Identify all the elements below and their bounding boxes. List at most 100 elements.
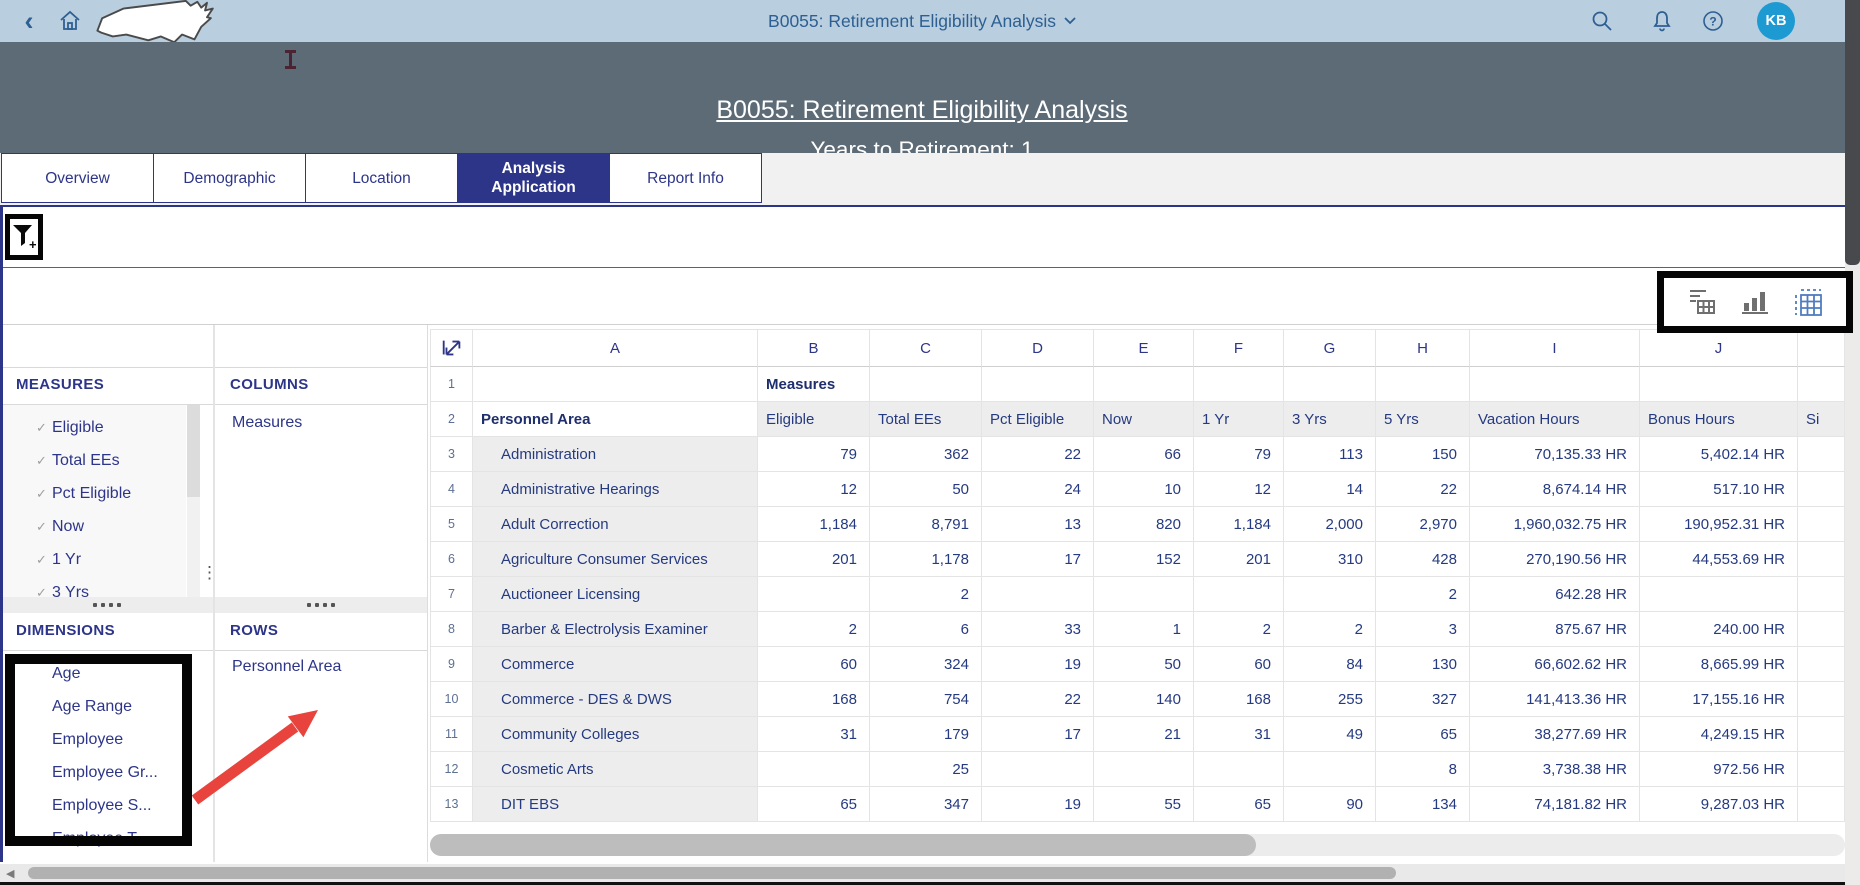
scrollbar-thumb[interactable] xyxy=(430,834,1256,856)
table-cell[interactable]: 79 xyxy=(1194,437,1284,472)
table-row-label[interactable]: Barber & Electrolysis Examiner xyxy=(473,612,758,647)
table-cell[interactable]: 150 xyxy=(1376,437,1470,472)
table-cell[interactable]: 79 xyxy=(758,437,870,472)
column-letter[interactable]: G xyxy=(1284,329,1376,367)
table-cell[interactable]: 31 xyxy=(1194,717,1284,752)
table-cell[interactable]: 22 xyxy=(1376,472,1470,507)
row-number[interactable]: 10 xyxy=(430,682,473,717)
search-icon[interactable] xyxy=(1586,0,1618,42)
table-cell[interactable] xyxy=(1798,682,1845,717)
tab-overview[interactable]: Overview xyxy=(1,153,154,203)
table-cell[interactable] xyxy=(1094,752,1194,787)
dimension-item[interactable]: Employee Gr... xyxy=(3,756,203,789)
table-cell[interactable]: 2 xyxy=(758,612,870,647)
table-cell[interactable]: 141,413.36 HR xyxy=(1470,682,1640,717)
table-cell[interactable] xyxy=(1798,542,1845,577)
table-cell[interactable] xyxy=(1798,647,1845,682)
table-cell[interactable]: 17 xyxy=(982,542,1094,577)
measure-column-header[interactable]: Si xyxy=(1798,402,1845,437)
table-row-label[interactable]: Commerce - DES & DWS xyxy=(473,682,758,717)
table-cell[interactable]: 754 xyxy=(870,682,982,717)
table-cell[interactable]: 44,553.69 HR xyxy=(1640,542,1798,577)
table-cell[interactable]: 25 xyxy=(870,752,982,787)
table-row-label[interactable]: Cosmetic Arts xyxy=(473,752,758,787)
table-cell[interactable]: 17 xyxy=(982,717,1094,752)
column-letter[interactable] xyxy=(1798,329,1845,367)
window-title-dropdown[interactable]: B0055: Retirement Eligibility Analysis xyxy=(768,0,1076,42)
table-cell[interactable] xyxy=(1798,752,1845,787)
column-letter[interactable]: H xyxy=(1376,329,1470,367)
measure-item[interactable]: ✓Eligible xyxy=(3,411,186,444)
row-number[interactable]: 4 xyxy=(430,472,473,507)
table-cell[interactable]: 22 xyxy=(982,682,1094,717)
table-cell[interactable]: 2,970 xyxy=(1376,507,1470,542)
column-letter[interactable]: F xyxy=(1194,329,1284,367)
table-cell[interactable]: 4,249.15 HR xyxy=(1640,717,1798,752)
table-cell[interactable] xyxy=(982,752,1094,787)
measure-item[interactable]: ✓Total EEs xyxy=(3,444,186,477)
table-cell[interactable]: 152 xyxy=(1094,542,1194,577)
table-row-label[interactable]: Auctioneer Licensing xyxy=(473,577,758,612)
table-cell[interactable]: 65 xyxy=(1194,787,1284,822)
table-cell[interactable]: 1,184 xyxy=(758,507,870,542)
panel-resize-handle[interactable] xyxy=(0,597,213,613)
table-cell[interactable]: 1,960,032.75 HR xyxy=(1470,507,1640,542)
column-letter[interactable]: D xyxy=(982,329,1094,367)
table-cell[interactable] xyxy=(1798,367,1845,402)
table-cell[interactable]: 2 xyxy=(1284,612,1376,647)
table-cell[interactable]: 2 xyxy=(870,577,982,612)
table-row-label[interactable]: Agriculture Consumer Services xyxy=(473,542,758,577)
table-cell[interactable]: 17,155.16 HR xyxy=(1640,682,1798,717)
table-cell[interactable]: 324 xyxy=(870,647,982,682)
chart-view-icon[interactable] xyxy=(1740,287,1770,317)
table-cell[interactable]: 1,178 xyxy=(870,542,982,577)
table-cell[interactable]: 327 xyxy=(1376,682,1470,717)
table-cell[interactable] xyxy=(870,367,982,402)
column-letter[interactable]: C xyxy=(870,329,982,367)
table-cell[interactable]: 24 xyxy=(982,472,1094,507)
table-cell[interactable]: 3 xyxy=(1376,612,1470,647)
table-horizontal-scrollbar[interactable] xyxy=(430,834,1845,856)
table-cell[interactable] xyxy=(982,577,1094,612)
row-number[interactable]: 8 xyxy=(430,612,473,647)
row-number[interactable]: 6 xyxy=(430,542,473,577)
table-cell[interactable]: 972.56 HR xyxy=(1640,752,1798,787)
panel-resize-handle[interactable] xyxy=(215,597,427,613)
column-letter[interactable]: A xyxy=(473,329,758,367)
table-cell[interactable] xyxy=(982,367,1094,402)
table-cell[interactable]: 50 xyxy=(870,472,982,507)
table-cell[interactable]: 240.00 HR xyxy=(1640,612,1798,647)
table-cell[interactable]: 113 xyxy=(1284,437,1376,472)
table-cell[interactable]: 12 xyxy=(1194,472,1284,507)
table-cell[interactable]: 60 xyxy=(1194,647,1284,682)
table-cell[interactable] xyxy=(1798,577,1845,612)
scrollbar-thumb[interactable] xyxy=(28,867,1396,879)
table-cell[interactable]: 642.28 HR xyxy=(1470,577,1640,612)
measure-item[interactable]: ✓Now xyxy=(3,510,186,543)
table-cell[interactable]: 6 xyxy=(870,612,982,647)
table-cell[interactable]: 270,190.56 HR xyxy=(1470,542,1640,577)
table-cell[interactable]: 60 xyxy=(758,647,870,682)
table-cell[interactable]: 13 xyxy=(982,507,1094,542)
home-icon[interactable] xyxy=(54,0,86,42)
measure-column-header[interactable]: Pct Eligible xyxy=(982,402,1094,437)
table-cell[interactable] xyxy=(1798,787,1845,822)
table-cell[interactable]: 168 xyxy=(758,682,870,717)
table-cell[interactable]: 168 xyxy=(1194,682,1284,717)
list-view-icon[interactable] xyxy=(1687,287,1717,317)
table-cell[interactable]: 190,952.31 HR xyxy=(1640,507,1798,542)
table-cell[interactable] xyxy=(1284,577,1376,612)
table-cell[interactable]: 74,181.82 HR xyxy=(1470,787,1640,822)
page-horizontal-scrollbar[interactable]: ◀ xyxy=(0,864,1860,882)
column-letter[interactable]: I xyxy=(1470,329,1640,367)
table-cell[interactable]: 70,135.33 HR xyxy=(1470,437,1640,472)
table-cell[interactable]: 5,402.14 HR xyxy=(1640,437,1798,472)
row-number[interactable]: 13 xyxy=(430,787,473,822)
table-cell[interactable]: 3,738.38 HR xyxy=(1470,752,1640,787)
measures-dimension-cell[interactable]: Measures xyxy=(758,367,870,402)
measure-column-header[interactable]: Vacation Hours xyxy=(1470,402,1640,437)
table-cell[interactable]: 201 xyxy=(1194,542,1284,577)
back-icon[interactable]: ‹ xyxy=(14,0,44,42)
table-cell[interactable] xyxy=(1094,577,1194,612)
tab-demographic[interactable]: Demographic xyxy=(153,153,306,203)
